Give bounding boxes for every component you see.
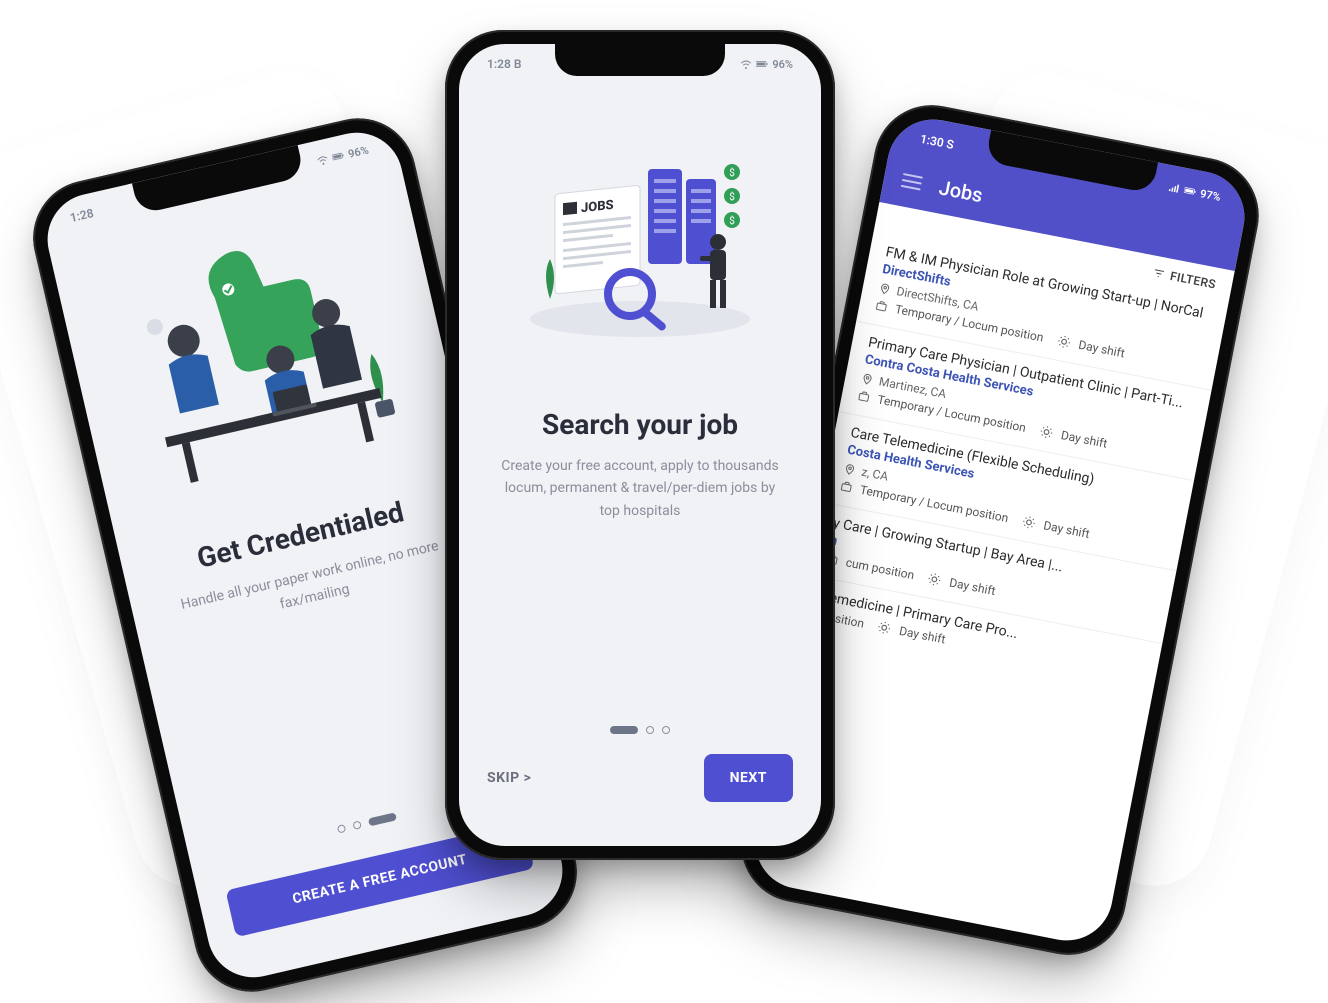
- sun-icon: [1021, 514, 1037, 530]
- onboarding-desc: Create your free account, apply to thous…: [459, 455, 821, 522]
- phone-notch: [555, 44, 725, 76]
- svg-text:$: $: [729, 214, 735, 227]
- page-dot[interactable]: [352, 820, 362, 830]
- briefcase-icon: [874, 299, 888, 313]
- jobs-list[interactable]: FM & IM Physician Role at Growing Start-…: [796, 231, 1229, 699]
- battery-icon: [1183, 184, 1197, 198]
- status-battery-pct: 97%: [1199, 187, 1222, 204]
- page-dot[interactable]: [662, 726, 670, 734]
- signal-icon: [1168, 181, 1182, 195]
- onboarding-title: Search your job: [522, 408, 758, 441]
- svg-text:$: $: [729, 190, 735, 203]
- skip-button[interactable]: SKIP >: [487, 770, 531, 786]
- phone-center: 1:28 B 96% JOBS: [445, 30, 835, 860]
- page-dot[interactable]: [646, 726, 654, 734]
- battery-icon: [756, 58, 768, 70]
- page-dot-active[interactable]: [610, 726, 638, 734]
- page-dots: [610, 726, 670, 754]
- wifi-icon: [316, 153, 330, 167]
- onboarding-illustration: JOBS: [459, 104, 821, 384]
- page-dot[interactable]: [337, 824, 347, 834]
- onboarding-illustration: [52, 182, 468, 536]
- page-dot-active[interactable]: [368, 812, 397, 826]
- filters-label: FILTERS: [1169, 269, 1217, 292]
- filter-icon: [1151, 266, 1165, 280]
- sun-icon: [927, 571, 943, 587]
- status-time: 1:30 S: [919, 132, 955, 152]
- sun-icon: [1056, 334, 1072, 350]
- status-time: 1:28: [69, 206, 95, 225]
- sun-icon: [876, 620, 892, 636]
- wifi-icon: [740, 58, 752, 70]
- job-position-type: sition: [834, 611, 866, 630]
- next-button[interactable]: NEXT: [704, 754, 793, 802]
- battery-icon: [331, 149, 345, 163]
- svg-text:$: $: [729, 166, 735, 179]
- briefcase-icon: [839, 480, 853, 494]
- status-battery-pct: 96%: [347, 143, 370, 160]
- location-pin-icon: [878, 282, 892, 296]
- briefcase-icon: [857, 390, 871, 404]
- sun-icon: [1038, 424, 1054, 440]
- job-location: z, CA: [860, 465, 889, 484]
- location-pin-icon: [860, 372, 874, 386]
- hamburger-menu-icon[interactable]: [901, 173, 923, 191]
- status-time: 1:28 B: [487, 57, 521, 71]
- status-battery-pct: 96%: [772, 58, 793, 71]
- location-pin-icon: [843, 462, 857, 476]
